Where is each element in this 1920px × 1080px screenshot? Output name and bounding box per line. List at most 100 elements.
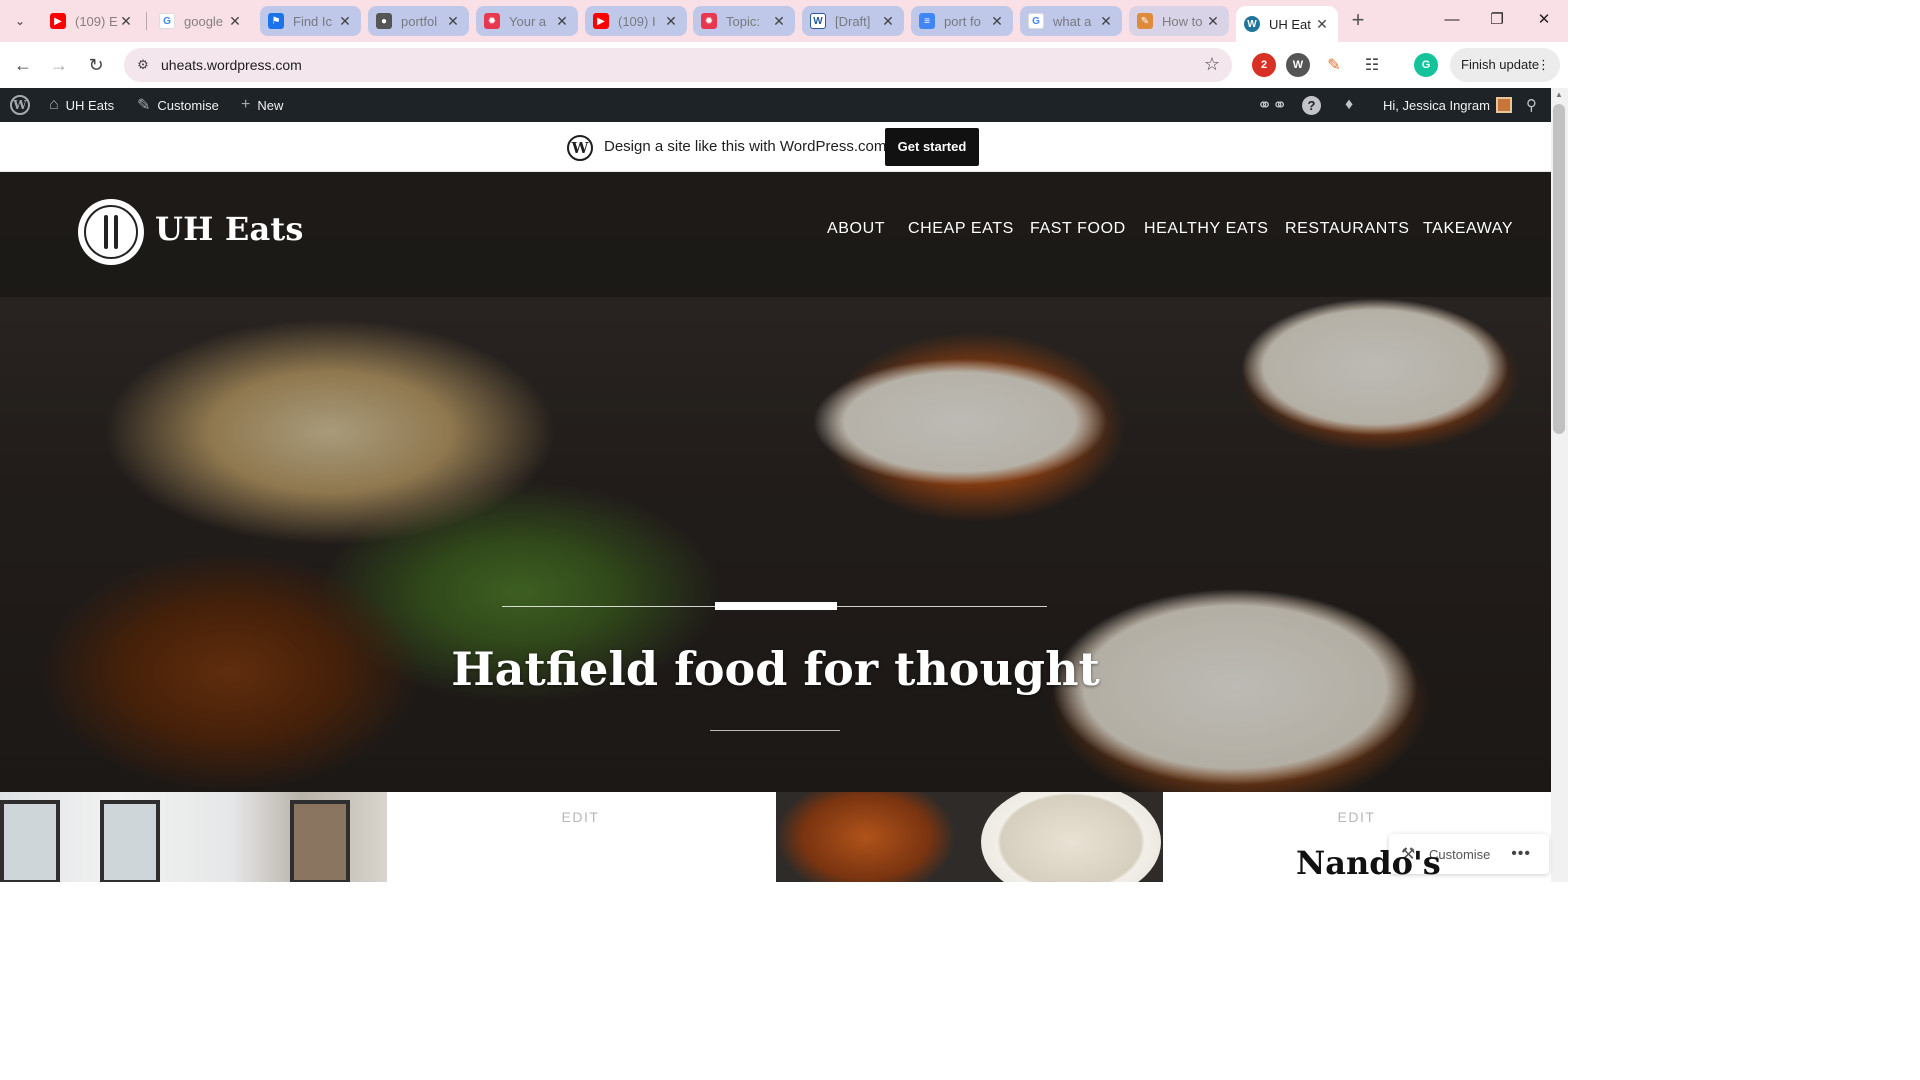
- close-tab-icon[interactable]: ✕: [445, 13, 461, 30]
- close-tab-icon[interactable]: ✕: [771, 13, 787, 30]
- new-tab-plus-icon[interactable]: +: [1346, 9, 1370, 33]
- account-menu[interactable]: Hi, Jessica Ingram: [1383, 88, 1512, 122]
- google-docs-icon: ≡: [919, 13, 935, 29]
- help-icon[interactable]: ?: [1302, 88, 1321, 122]
- customise-link[interactable]: ✎ Customise: [137, 88, 219, 122]
- promo-text: Design a site like this with WordPress.c…: [604, 138, 887, 155]
- browser-tab-active[interactable]: W UH Eat ✕: [1236, 6, 1338, 42]
- nav-item-about[interactable]: ABOUT: [827, 220, 885, 238]
- close-tab-icon[interactable]: ✕: [663, 13, 679, 30]
- back-arrow-icon[interactable]: ←: [10, 52, 36, 78]
- browser-tab-strip: ⌄ ▶ (109) E ✕ G google ✕ ⚑ Find Ic ✕ ● p…: [0, 0, 1568, 42]
- tab-title: (109) I: [618, 13, 656, 29]
- close-tab-icon[interactable]: ✕: [1205, 13, 1221, 30]
- nav-item-takeaway[interactable]: TAKEAWAY: [1423, 220, 1513, 238]
- bookmark-star-icon[interactable]: ☆: [1204, 54, 1220, 75]
- finish-update-button[interactable]: Finish update ⋮: [1450, 48, 1560, 82]
- fork-shape: [114, 215, 118, 249]
- close-tab-icon[interactable]: ✕: [227, 13, 243, 30]
- brush-extension-icon[interactable]: ✎: [1322, 53, 1346, 77]
- wordsmith-icon: W: [810, 13, 826, 29]
- asana-icon: ✹: [701, 13, 717, 29]
- browser-tab[interactable]: ✹ Your a ✕: [476, 6, 578, 36]
- grammarly-icon[interactable]: G: [1414, 53, 1438, 77]
- url-text[interactable]: uheats.wordpress.com: [161, 57, 302, 73]
- avatar: [1495, 97, 1512, 113]
- close-tab-icon[interactable]: ✕: [1098, 13, 1114, 30]
- youtube-icon: ▶: [50, 13, 66, 29]
- browser-tab[interactable]: W [Draft] ✕: [802, 6, 904, 36]
- globe-icon: ●: [376, 13, 392, 29]
- nav-item-cheap-eats[interactable]: CHEAP EATS: [908, 220, 1014, 238]
- plus-icon: +: [241, 96, 251, 113]
- post-title[interactable]: Nando's: [1296, 844, 1441, 882]
- flag-icon: ⚑: [268, 13, 284, 29]
- site-logo[interactable]: [78, 199, 144, 265]
- close-tab-icon[interactable]: ✕: [554, 13, 570, 30]
- new-content-link[interactable]: + New: [241, 88, 283, 122]
- get-started-button[interactable]: Get started: [885, 128, 979, 166]
- post-thumbnail[interactable]: [0, 792, 387, 882]
- window-shape: [290, 800, 350, 882]
- window-shape: [0, 800, 60, 882]
- adblock-extension-icon[interactable]: 2: [1252, 53, 1276, 77]
- browser-tab[interactable]: G what a ✕: [1020, 6, 1122, 36]
- site-header: UH Eats ABOUT CHEAP EATS FAST FOOD HEALT…: [0, 172, 1551, 297]
- browser-tab[interactable]: ≡ port fo ✕: [911, 6, 1013, 36]
- search-icon[interactable]: ⚲: [1526, 88, 1537, 122]
- nav-item-fast-food[interactable]: FAST FOOD: [1030, 220, 1126, 238]
- plate-shape: [981, 792, 1161, 882]
- restore-icon[interactable]: ❐: [1483, 8, 1511, 32]
- browser-tab[interactable]: ✎ How to ✕: [1129, 6, 1229, 36]
- browser-tab[interactable]: G google ✕: [151, 6, 251, 36]
- home-icon: ⌂: [49, 96, 59, 113]
- brush-icon: ✎: [137, 97, 151, 114]
- site-title[interactable]: UH Eats: [155, 210, 304, 248]
- minimize-icon[interactable]: —: [1438, 8, 1466, 32]
- browser-tab[interactable]: ▶ (109) I ✕: [585, 6, 687, 36]
- site-name-label: UH Eats: [65, 97, 115, 113]
- close-tab-icon[interactable]: ✕: [337, 13, 353, 30]
- close-window-icon[interactable]: ✕: [1530, 8, 1558, 32]
- google-icon: G: [1028, 13, 1044, 29]
- new-label: New: [257, 97, 284, 113]
- browser-tab[interactable]: ▶ (109) E ✕: [42, 6, 142, 36]
- nav-item-restaurants[interactable]: RESTAURANTS: [1285, 220, 1410, 238]
- reload-icon[interactable]: ↻: [83, 52, 109, 78]
- site-name-link[interactable]: ⌂ UH Eats: [49, 88, 114, 122]
- reader-glasses-icon[interactable]: ⚭⚭: [1257, 88, 1287, 122]
- tab-title: How to: [1162, 13, 1203, 29]
- scroll-up-arrow-icon[interactable]: ▲: [1554, 90, 1564, 100]
- site-info-icon[interactable]: ⚙: [134, 56, 152, 74]
- notifications-bell-icon[interactable]: ♦: [1345, 88, 1353, 122]
- more-options-icon[interactable]: •••: [1511, 845, 1531, 863]
- edit-link[interactable]: EDIT: [1163, 809, 1550, 825]
- post-thumbnail[interactable]: [776, 792, 1163, 882]
- post-card: EDIT: [387, 792, 776, 882]
- forward-arrow-icon[interactable]: →: [46, 52, 72, 78]
- wordpress-icon: W: [567, 135, 593, 161]
- close-tab-icon[interactable]: ✕: [880, 13, 896, 30]
- close-tab-icon[interactable]: ✕: [118, 13, 134, 30]
- edit-link[interactable]: EDIT: [387, 809, 774, 825]
- close-tab-icon[interactable]: ✕: [1314, 16, 1330, 33]
- tab-title: Topic:: [726, 13, 760, 29]
- wordpress-extension-icon[interactable]: W: [1286, 53, 1310, 77]
- address-bar[interactable]: ⚙ uheats.wordpress.com ☆: [124, 48, 1232, 82]
- wp-menu[interactable]: W: [10, 88, 30, 122]
- tab-search-chevron-icon[interactable]: ⌄: [8, 9, 32, 33]
- wordpress-icon: W: [10, 95, 30, 115]
- nav-item-healthy-eats[interactable]: HEALTHY EATS: [1144, 220, 1269, 238]
- browser-tab[interactable]: ● portfol ✕: [368, 6, 469, 36]
- youtube-icon: ▶: [593, 13, 609, 29]
- extension-badge: 2: [1260, 59, 1268, 71]
- browser-tab[interactable]: ✹ Topic: ✕: [693, 6, 795, 36]
- scrollbar-thumb[interactable]: [1553, 104, 1565, 434]
- browser-tab[interactable]: ⚑ Find Ic ✕: [260, 6, 361, 36]
- more-vert-icon[interactable]: ⋮: [1537, 48, 1550, 82]
- hero-divider-accent: [715, 602, 837, 610]
- close-tab-icon[interactable]: ✕: [989, 13, 1005, 30]
- finish-update-label: Finish update: [1461, 57, 1540, 72]
- extensions-puzzle-icon[interactable]: ☷: [1360, 53, 1384, 77]
- tab-title: what a: [1053, 13, 1092, 29]
